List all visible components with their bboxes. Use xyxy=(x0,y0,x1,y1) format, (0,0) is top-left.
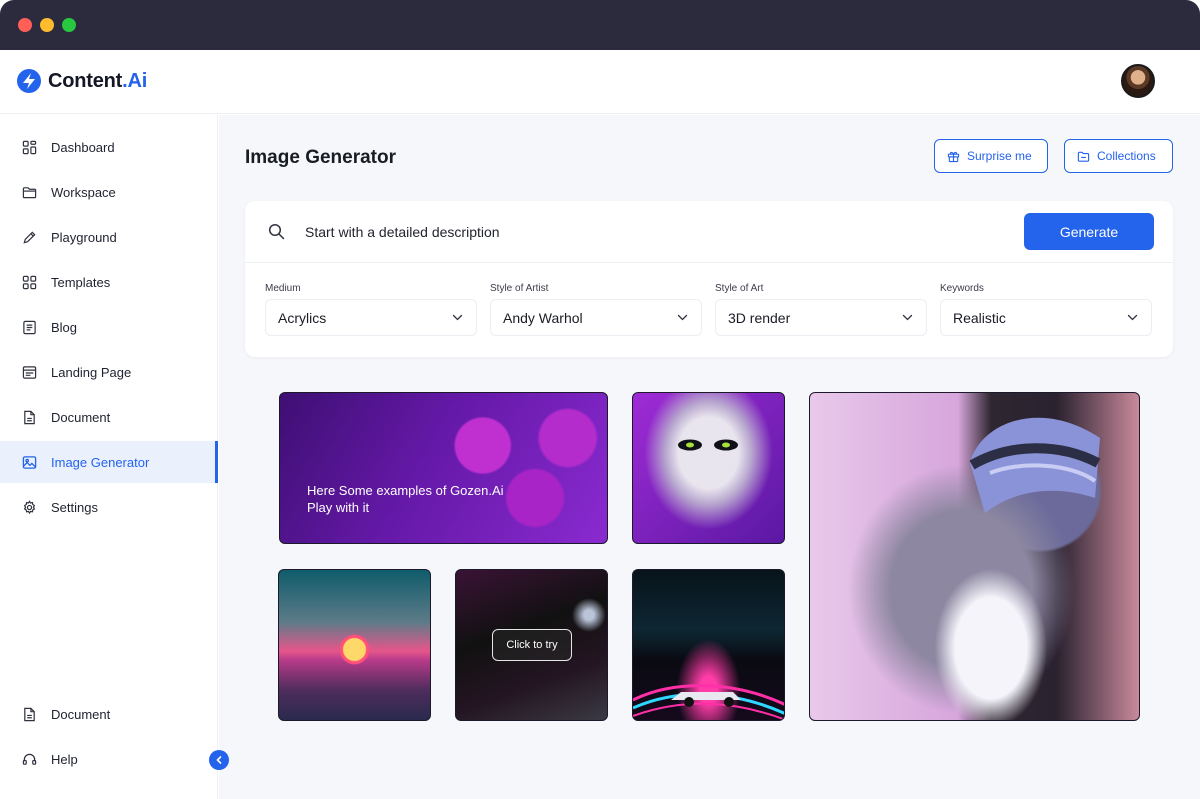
sidebar-item-label: Document xyxy=(51,706,111,722)
monster-eyes-graphic xyxy=(678,439,738,451)
medium-select[interactable]: Acrylics xyxy=(265,299,477,336)
click-to-try-button[interactable]: Click to try xyxy=(492,629,572,661)
chevron-down-icon xyxy=(452,314,463,321)
document-icon xyxy=(24,707,35,721)
templates-icon xyxy=(22,275,37,289)
collapse-sidebar-button[interactable] xyxy=(209,750,229,770)
gift-icon xyxy=(947,151,960,162)
folder-icon xyxy=(1077,151,1090,162)
brand-logo[interactable]: Content.Ai xyxy=(16,68,147,94)
brand-name: Content.Ai xyxy=(48,69,148,92)
filter-label: Style of Artist xyxy=(490,283,549,294)
sidebar-item-label: Workspace xyxy=(51,184,116,200)
user-avatar[interactable] xyxy=(1121,64,1155,98)
example-card-balloon[interactable]: Here Some examples of Gozen.Ai Play with… xyxy=(279,392,608,544)
pencil-icon xyxy=(23,230,36,244)
close-window-button[interactable] xyxy=(18,18,32,32)
prompt-panel: Generate Medium Acrylics Style of Artist… xyxy=(245,201,1173,357)
filter-style-of-artist: Style of Artist Andy Warhol xyxy=(490,283,702,336)
sidebar-item-templates[interactable]: Templates xyxy=(0,261,218,303)
sidebar-item-document-bottom[interactable]: Document xyxy=(0,693,218,735)
landing-page-icon xyxy=(22,365,37,379)
gear-icon xyxy=(23,499,36,514)
sidebar-item-settings[interactable]: Settings xyxy=(0,486,218,528)
document-icon xyxy=(24,410,35,424)
vr-headset-graphic xyxy=(969,417,1101,513)
style-of-art-select[interactable]: 3D render xyxy=(715,299,927,336)
search-icon xyxy=(268,223,285,240)
chevron-down-icon xyxy=(677,314,688,321)
sidebar-item-label: Landing Page xyxy=(51,364,132,380)
sidebar-item-label: Document xyxy=(51,409,111,425)
prompt-input[interactable] xyxy=(305,219,945,245)
sidebar: Dashboard Workspace Playground Templates… xyxy=(0,115,218,799)
example-card-silhouette[interactable]: Click to try xyxy=(455,569,608,721)
surprise-me-label: Surprise me xyxy=(967,149,1032,163)
filter-label: Style of Art xyxy=(715,283,764,294)
search-row: Generate xyxy=(245,201,1173,263)
headset-icon xyxy=(22,753,37,765)
chevron-left-icon xyxy=(216,756,222,764)
collections-button[interactable]: Collections xyxy=(1064,139,1173,173)
example-card-monster[interactable] xyxy=(632,392,785,544)
example-card-vr-cat[interactable] xyxy=(809,392,1140,721)
filter-label: Medium xyxy=(265,283,301,294)
sidebar-item-blog[interactable]: Blog xyxy=(0,306,218,348)
sidebar-item-help[interactable]: Help xyxy=(0,738,218,780)
filter-keywords: Keywords Realistic xyxy=(940,283,1152,336)
example-card-sunset[interactable] xyxy=(278,569,431,721)
logo-mark-icon xyxy=(17,69,41,93)
sidebar-item-label: Templates xyxy=(51,274,111,290)
main-content: Image Generator Surprise me Collections … xyxy=(219,115,1200,799)
sidebar-item-label: Settings xyxy=(51,499,98,515)
surprise-me-button[interactable]: Surprise me xyxy=(934,139,1048,173)
gallery-intro-line: Here Some examples of Gozen.Ai xyxy=(307,483,504,498)
sidebar-item-label: Blog xyxy=(51,319,78,335)
sidebar-item-image-generator[interactable]: Image Generator xyxy=(0,441,218,483)
folder-icon xyxy=(22,186,37,198)
gallery-intro: Here Some examples of Gozen.Ai Play with… xyxy=(307,482,504,516)
sidebar-item-label: Playground xyxy=(51,229,117,245)
minimize-window-button[interactable] xyxy=(40,18,54,32)
chevron-down-icon xyxy=(1127,314,1138,321)
filter-style-of-art: Style of Art 3D render xyxy=(715,283,927,336)
select-value: Andy Warhol xyxy=(503,309,583,326)
sidebar-item-label: Dashboard xyxy=(51,139,115,155)
sidebar-item-workspace[interactable]: Workspace xyxy=(0,171,218,213)
example-card-racecar[interactable] xyxy=(632,569,785,721)
sidebar-item-label: Image Generator xyxy=(51,454,150,470)
filter-label: Keywords xyxy=(940,283,984,294)
generate-button[interactable]: Generate xyxy=(1024,213,1154,250)
sidebar-item-playground[interactable]: Playground xyxy=(0,216,218,258)
maximize-window-button[interactable] xyxy=(62,18,76,32)
sidebar-item-dashboard[interactable]: Dashboard xyxy=(0,126,218,168)
sidebar-item-landing-page[interactable]: Landing Page xyxy=(0,351,218,393)
window-titlebar xyxy=(0,0,1200,50)
keywords-select[interactable]: Realistic xyxy=(940,299,1152,336)
filter-medium: Medium Acrylics xyxy=(265,283,477,336)
select-value: Realistic xyxy=(953,309,1006,326)
racecar-graphic xyxy=(633,684,784,720)
sidebar-item-label: Help xyxy=(51,751,78,767)
sidebar-item-document[interactable]: Document xyxy=(0,396,218,438)
gallery-intro-line: Play with it xyxy=(307,500,370,515)
select-value: 3D render xyxy=(728,309,791,326)
page-title: Image Generator xyxy=(245,147,396,168)
collections-label: Collections xyxy=(1097,149,1156,163)
style-of-artist-select[interactable]: Andy Warhol xyxy=(490,299,702,336)
select-value: Acrylics xyxy=(278,309,327,326)
blog-icon xyxy=(23,320,36,334)
dashboard-icon xyxy=(22,140,37,154)
image-icon xyxy=(22,455,37,469)
app-header: Content.Ai xyxy=(0,50,1200,114)
chevron-down-icon xyxy=(902,314,913,321)
